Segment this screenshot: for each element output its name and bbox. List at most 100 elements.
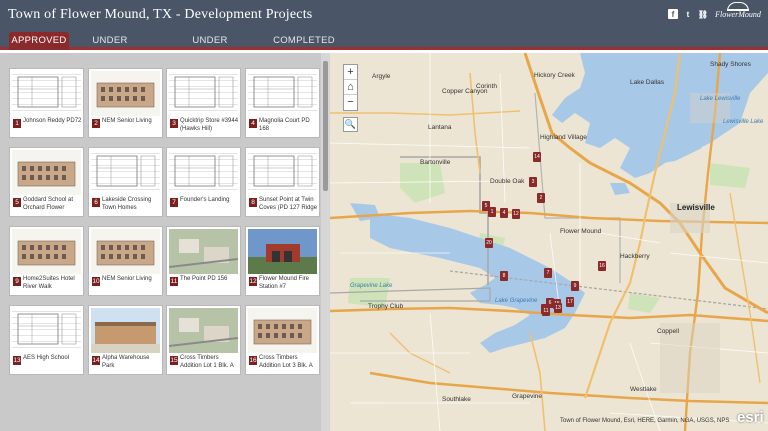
project-thumbnail: [91, 150, 160, 195]
esri-logo: esri: [737, 409, 764, 426]
project-label: The Point PD 156: [180, 276, 228, 282]
map-place-label: Flower Mound: [560, 228, 602, 235]
project-label: Cross Timbers Addition Lot 1 Blk. A: [180, 355, 234, 369]
project-card[interactable]: 8 Sunset Point at Twin Coves (PD 127 Ridg…: [245, 147, 320, 217]
map-search-button[interactable]: 🔍: [343, 117, 358, 132]
project-number: 8: [249, 198, 257, 207]
project-card[interactable]: 7 Founder's Landing: [166, 147, 241, 217]
tab-completed[interactable]: COMPLETED: [271, 32, 337, 50]
project-number: 4: [249, 119, 257, 128]
project-card[interactable]: 14 Alpha Warehouse Park: [88, 305, 163, 375]
project-card[interactable]: 15 Cross Timbers Addition Lot 1 Blk. A: [166, 305, 241, 375]
map-place-label: Lake Dallas: [630, 79, 664, 86]
project-number: 2: [92, 119, 100, 128]
project-marker[interactable]: 11: [542, 306, 550, 316]
link-icon[interactable]: ⛓: [698, 9, 708, 19]
project-marker[interactable]: 17: [566, 297, 574, 307]
project-number: 15: [170, 356, 178, 365]
map-place-label: Hackberry: [620, 253, 650, 260]
project-marker[interactable]: 8: [500, 271, 508, 281]
town-logo[interactable]: FlowerMound: [712, 2, 764, 28]
project-label: Goddard School at Orchard Flower: [23, 197, 74, 211]
project-card[interactable]: 5 Goddard School at Orchard Flower: [9, 147, 84, 217]
project-card[interactable]: 9 Home2Suites Hotel River Walk: [9, 226, 84, 296]
tab-approved[interactable]: APPROVED: [9, 32, 69, 50]
project-thumbnail: [12, 150, 81, 195]
map-place-label: Lake Grapevine: [495, 298, 538, 304]
project-card[interactable]: 4 Magnolia Court PD 168: [245, 68, 320, 138]
project-number: 13: [13, 356, 21, 365]
project-thumbnail: [91, 229, 160, 274]
map-place-label: Coppell: [657, 328, 680, 335]
map-view[interactable]: Argyle Hickory Creek Lake Dallas Copper Can…: [330, 53, 768, 431]
map-place-label: Hickory Creek: [534, 72, 575, 79]
project-marker[interactable]: 20: [485, 238, 493, 248]
map-place-label: Argyle: [372, 73, 391, 80]
project-label: Cross Timbers Addition Lot 3 Blk. A: [259, 355, 313, 369]
project-marker[interactable]: 13: [554, 303, 562, 313]
project-card[interactable]: 11 The Point PD 156: [166, 226, 241, 296]
tab-bar: APPROVED UNDER REVIEW UNDER CONSTRUCTION…: [0, 30, 768, 63]
project-marker[interactable]: 4: [500, 208, 508, 218]
project-marker[interactable]: 14: [533, 152, 541, 162]
project-label: Alpha Warehouse Park: [102, 355, 150, 369]
project-thumbnail: [12, 308, 81, 353]
search-icon: 🔍: [344, 119, 357, 129]
project-marker[interactable]: 9: [571, 281, 579, 291]
project-card[interactable]: 6 Lakeside Crossing Town Homes: [88, 147, 163, 217]
project-marker[interactable]: 2: [537, 193, 545, 203]
social-links: f t ⛓: [668, 9, 708, 19]
map-place-label: Southlake: [442, 396, 471, 403]
project-number: 9: [13, 277, 21, 286]
project-card[interactable]: 2 NEM Senior Living: [88, 68, 163, 138]
gallery-scrollbar[interactable]: [321, 53, 330, 431]
project-marker[interactable]: 7: [544, 268, 552, 278]
zoom-out-button[interactable]: −: [344, 95, 357, 110]
zoom-in-button[interactable]: +: [344, 65, 357, 80]
project-number: 3: [170, 119, 178, 128]
project-card[interactable]: 10 NEM Senior Living: [88, 226, 163, 296]
project-label: Home2Suites Hotel River Walk: [23, 276, 75, 290]
project-label: Lakeside Crossing Town Homes: [102, 197, 152, 211]
home-button[interactable]: ⌂: [344, 80, 357, 95]
map-place-label: Shady Shores: [710, 61, 751, 68]
project-thumbnail: [248, 71, 317, 116]
project-marker[interactable]: 12: [512, 209, 520, 219]
project-marker[interactable]: 1: [488, 207, 496, 217]
project-card[interactable]: 16 Cross Timbers Addition Lot 3 Blk. A: [245, 305, 320, 375]
project-label: Sunset Point at Twin Coves (PD 127 Ridge: [259, 197, 318, 211]
app-title: Town of Flower Mound, TX - Development P…: [8, 7, 313, 22]
project-card[interactable]: 3 Quicktrip Store #3944 (Hawks Hill): [166, 68, 241, 138]
project-thumbnail: [91, 308, 160, 353]
map-place-label: Grapevine Lake: [350, 283, 393, 289]
project-label: NEM Senior Living: [102, 118, 152, 124]
project-label: Johnson Reddy PD72: [23, 118, 82, 124]
project-label: Quicktrip Store #3944 (Hawks Hill): [180, 118, 239, 132]
project-label: AES High School: [23, 355, 70, 361]
twitter-icon[interactable]: t: [683, 9, 693, 19]
project-thumbnail: [169, 150, 238, 195]
map-place-label: Highland Village: [540, 134, 587, 141]
project-marker[interactable]: 3: [529, 177, 537, 187]
tab-under-construction[interactable]: UNDER CONSTRUCTION: [154, 32, 266, 63]
map-place-label: Trophy Club: [368, 303, 404, 310]
project-label: Founder's Landing: [180, 197, 230, 203]
map-place-label: Grapevine: [512, 393, 542, 400]
project-thumbnail: [91, 71, 160, 116]
project-thumbnail: [169, 229, 238, 274]
project-card[interactable]: 1 Johnson Reddy PD72: [9, 68, 84, 138]
project-number: 7: [170, 198, 178, 207]
app-header: Town of Flower Mound, TX - Development P…: [0, 0, 768, 30]
map-attribution: Town of Flower Mound, Esri, HERE, Garmin…: [560, 418, 730, 424]
tab-under-review[interactable]: UNDER REVIEW: [72, 32, 148, 63]
project-number: 5: [13, 198, 21, 207]
project-card[interactable]: 12 Flower Mound Fire Station #7: [245, 226, 320, 296]
map-place-label: Double Oak: [490, 178, 525, 185]
project-marker[interactable]: 16: [598, 261, 606, 271]
project-card[interactable]: 13 AES High School: [9, 305, 84, 375]
project-number: 6: [92, 198, 100, 207]
map-place-label: Westlake: [630, 386, 657, 393]
project-number: 10: [92, 277, 100, 286]
facebook-icon[interactable]: f: [668, 9, 678, 19]
map-place-label: Lantana: [428, 124, 452, 131]
